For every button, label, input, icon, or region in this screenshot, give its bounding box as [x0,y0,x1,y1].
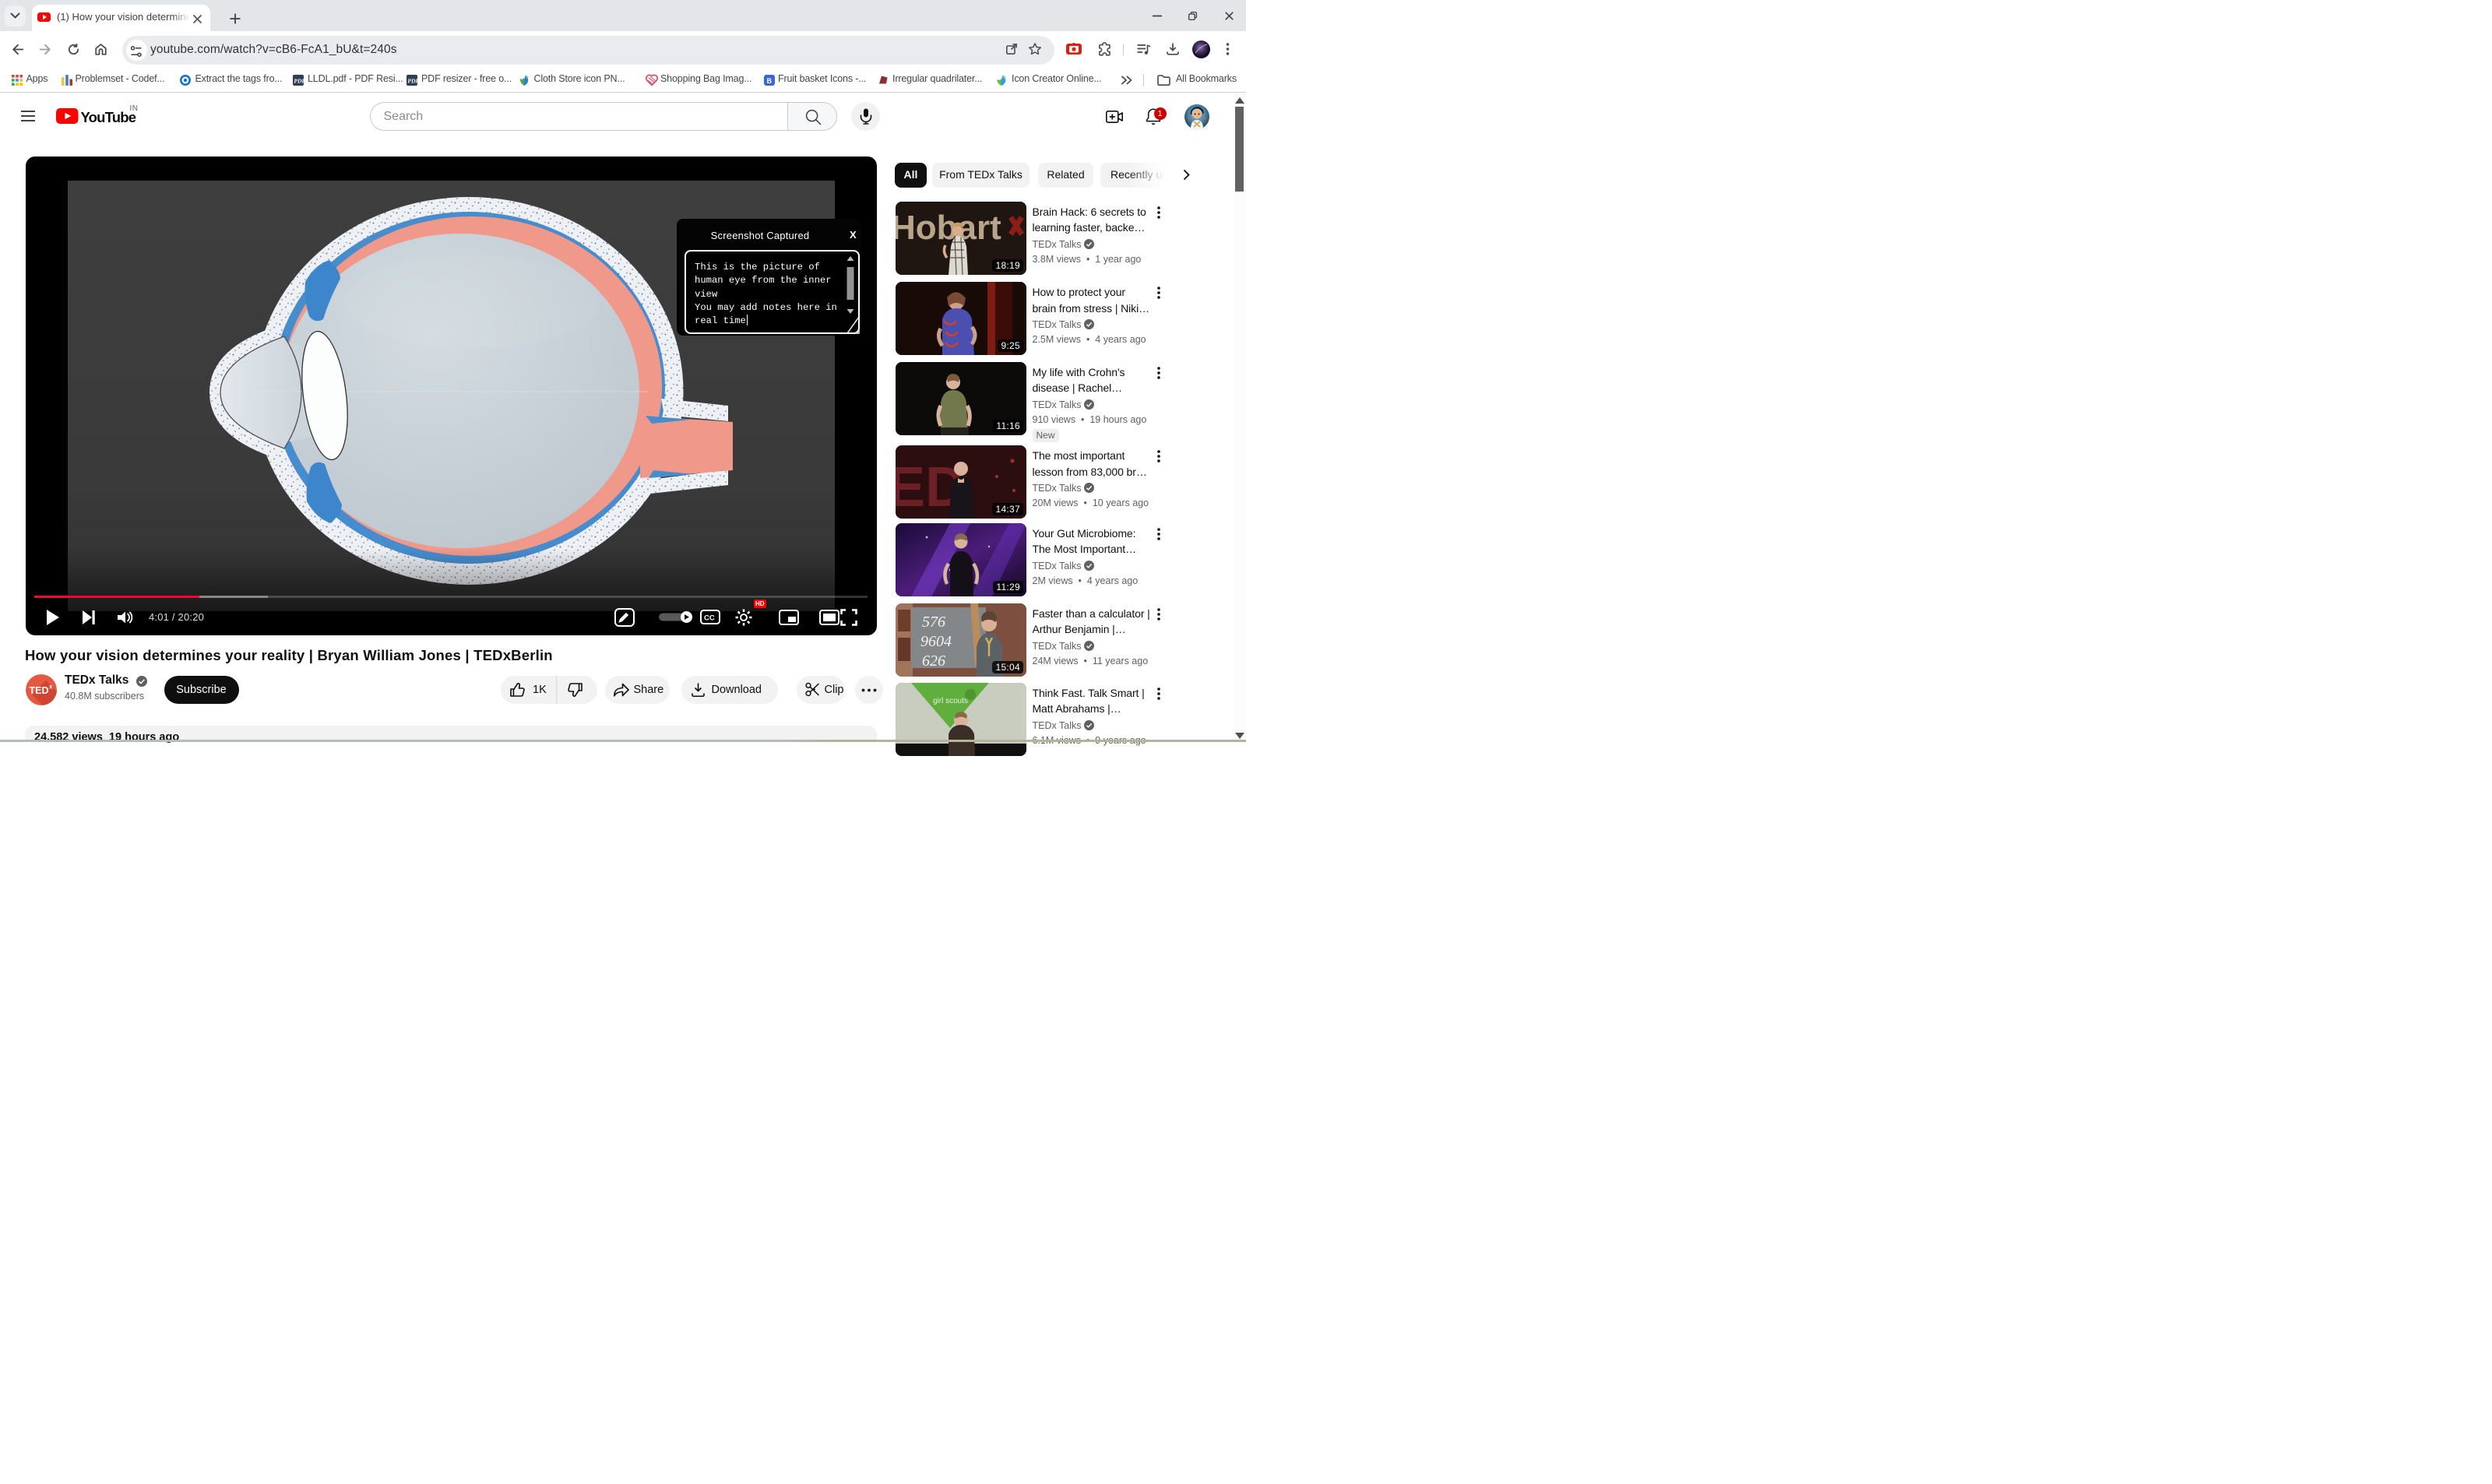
svg-text:girl scouts: girl scouts [933,697,968,705]
svg-text:TED: TED [30,685,49,696]
svg-text:626: 626 [922,652,945,670]
svg-text:9604: 9604 [920,633,952,650]
svg-text:CC: CC [704,614,715,623]
svg-text:Hobart: Hobart [896,209,1001,247]
svg-text:PDF: PDF [294,78,304,85]
svg-text:576: 576 [922,614,945,631]
svg-text:B: B [767,76,773,84]
svg-text:PDF: PDF [407,78,417,85]
svg-text:x: x [49,684,53,691]
